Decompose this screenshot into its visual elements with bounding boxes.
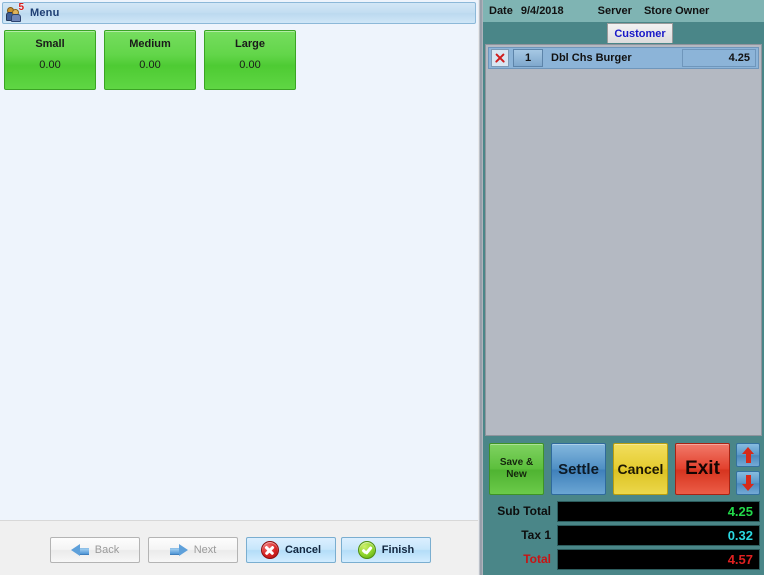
menu-work-area [0, 96, 478, 520]
pos-menu-window: 5 Menu Small 0.00 Medium 0.00 Large 0.00 [0, 0, 764, 575]
exit-button[interactable]: Exit [675, 443, 730, 495]
next-button[interactable]: Next [148, 537, 238, 563]
settle-button[interactable]: Settle [551, 443, 606, 495]
tax-value: 0.32 [557, 524, 760, 546]
size-button-price: 0.00 [139, 59, 161, 71]
users-icon: 5 [6, 2, 24, 22]
tax-label: Tax 1 [521, 528, 551, 542]
cancel-order-button-label: Cancel [617, 461, 664, 477]
tab-customer-label: Customer [614, 27, 666, 40]
size-button-medium[interactable]: Medium 0.00 [104, 30, 196, 90]
menu-panel: 5 Menu Small 0.00 Medium 0.00 Large 0.00 [0, 0, 478, 575]
size-button-group: Small 0.00 Medium 0.00 Large 0.00 [4, 30, 474, 92]
order-item-list[interactable]: 1 Dbl Chs Burger 4.25 [485, 44, 762, 436]
server-label: Server [597, 5, 632, 17]
cancel-circle-icon [260, 541, 279, 559]
menu-title-bar: 5 Menu [2, 2, 476, 24]
date-label: Date [489, 5, 513, 17]
exit-button-label: Exit [685, 458, 720, 479]
item-name: Dbl Chs Burger [551, 52, 632, 64]
next-button-label: Next [193, 544, 217, 556]
date-value: 9/4/2018 [520, 5, 564, 17]
server-value: Store Owner [643, 5, 710, 17]
arrow-up-icon [742, 447, 754, 463]
total-value: 4.57 [557, 548, 760, 570]
item-quantity[interactable]: 1 [513, 49, 543, 67]
subtotal-label: Sub Total [497, 504, 551, 518]
page-title: Menu [30, 7, 60, 19]
finish-button[interactable]: Finish [341, 537, 431, 563]
save-and-new-button[interactable]: Save & New [489, 443, 544, 495]
tax-row: Tax 1 0.32 [487, 524, 760, 546]
size-button-small[interactable]: Small 0.00 [4, 30, 96, 90]
settle-button-label: Settle [558, 460, 599, 478]
finish-button-label: Finish [381, 544, 415, 556]
cancel-button[interactable]: Cancel [246, 537, 336, 563]
item-price[interactable]: 4.25 [682, 49, 756, 67]
tab-customer[interactable]: Customer [607, 23, 673, 43]
order-panel: Date 9/4/2018 Server Store Owner Custome… [483, 0, 764, 575]
size-button-label: Large [235, 38, 265, 50]
cancel-button-label: Cancel [284, 544, 322, 556]
save-and-new-label-line1: Save & [499, 457, 534, 468]
check-circle-icon [357, 541, 376, 559]
table-row[interactable]: 1 Dbl Chs Burger 4.25 [488, 47, 759, 69]
order-tab-strip: Customer [483, 22, 764, 44]
order-totals: Sub Total 4.25 Tax 1 0.32 Total 4.57 [483, 500, 764, 575]
scroll-up-button[interactable] [736, 443, 760, 467]
arrow-down-icon [742, 475, 754, 491]
size-button-price: 0.00 [39, 59, 61, 71]
red-x-icon[interactable] [491, 49, 509, 67]
subtotal-value: 4.25 [557, 500, 760, 522]
size-button-label: Medium [129, 38, 171, 50]
order-action-bar: Save & New Settle Cancel Exit [483, 440, 764, 498]
size-button-label: Small [35, 38, 65, 50]
scroll-down-button[interactable] [736, 471, 760, 495]
arrow-left-icon [70, 543, 89, 557]
back-button-label: Back [94, 544, 120, 556]
size-button-large[interactable]: Large 0.00 [204, 30, 296, 90]
wizard-footer: Back Next Cancel Finish [0, 520, 478, 575]
total-label: Total [523, 552, 551, 566]
order-header: Date 9/4/2018 Server Store Owner [483, 0, 764, 22]
arrow-right-icon [169, 543, 188, 557]
users-icon-badge: 5 [18, 2, 24, 13]
back-button[interactable]: Back [50, 537, 140, 563]
size-button-price: 0.00 [239, 59, 261, 71]
subtotal-row: Sub Total 4.25 [487, 500, 760, 522]
save-and-new-label-line2: New [506, 469, 527, 480]
total-row: Total 4.57 [487, 548, 760, 570]
cancel-order-button[interactable]: Cancel [613, 443, 668, 495]
